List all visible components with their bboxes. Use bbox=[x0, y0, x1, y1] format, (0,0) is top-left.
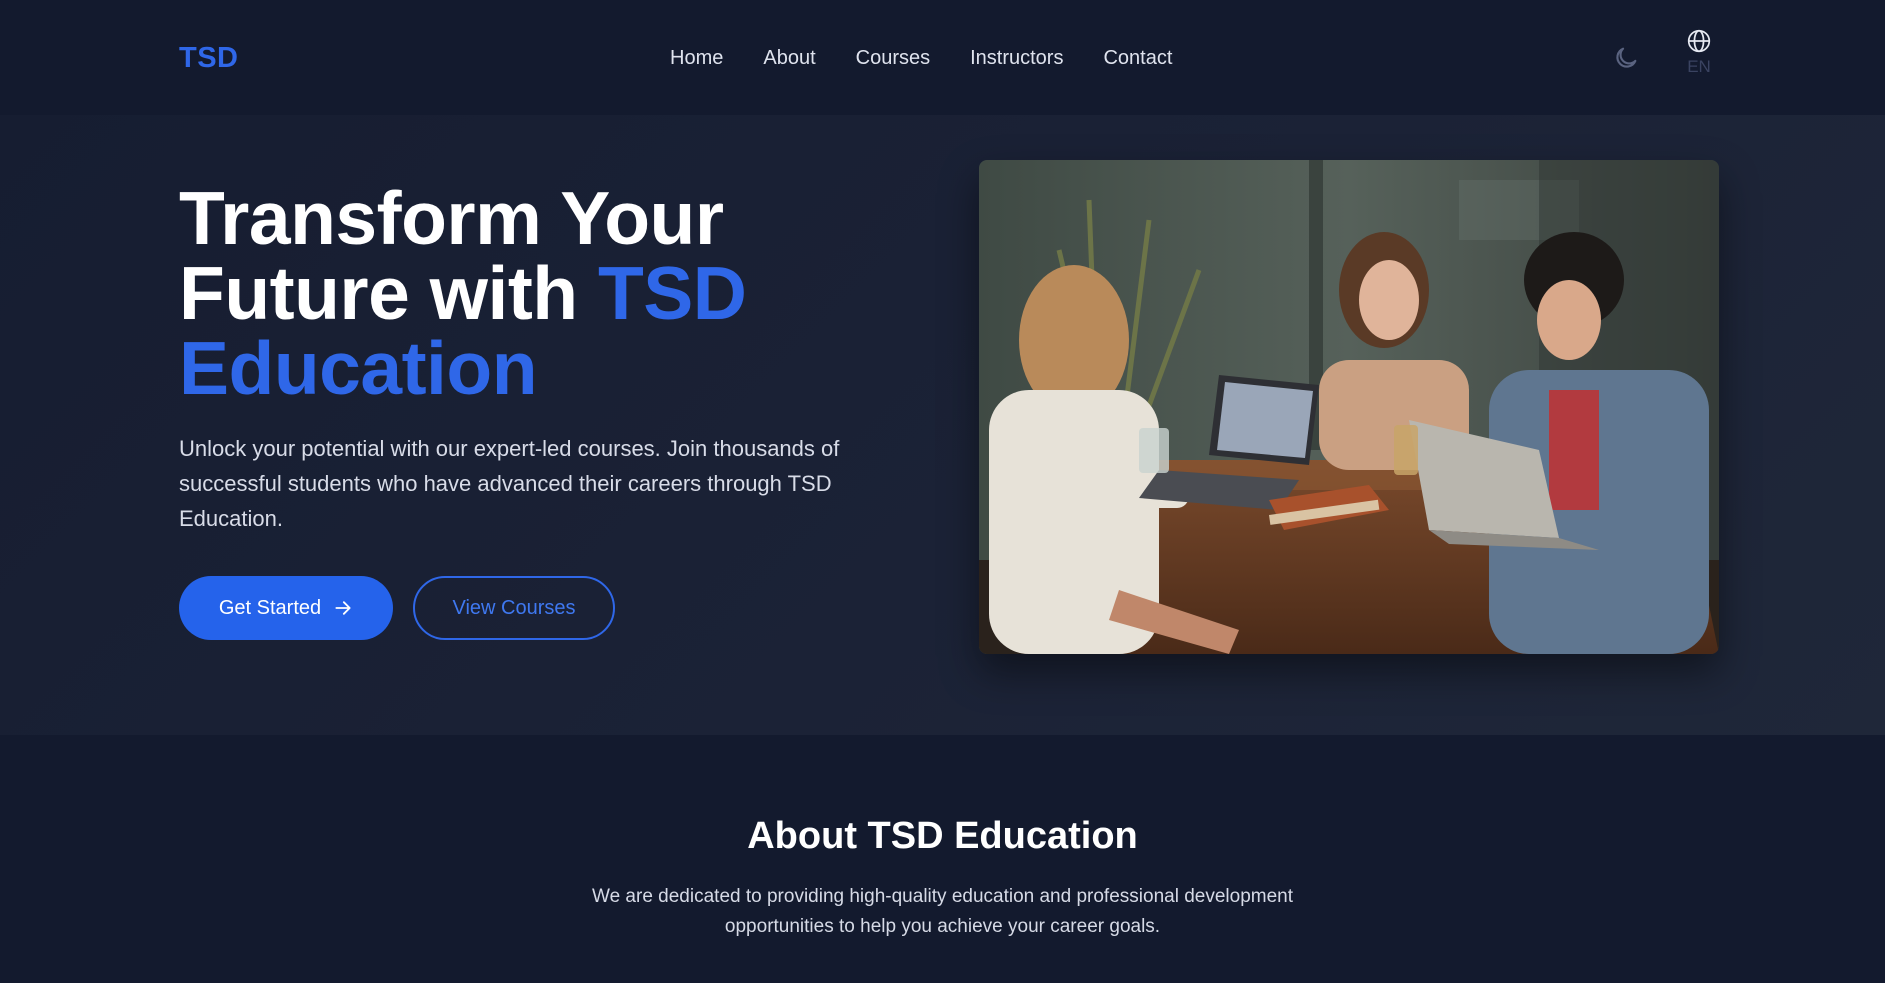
main-nav: Home About Courses Instructors Contact bbox=[670, 47, 1212, 70]
view-courses-button[interactable]: View Courses bbox=[413, 576, 615, 640]
moon-icon bbox=[1616, 47, 1637, 68]
arrow-right-icon bbox=[335, 601, 351, 615]
nav-link-instructors[interactable]: Instructors bbox=[970, 47, 1063, 70]
hero-title-accent-education: Education bbox=[179, 326, 538, 410]
nav-link-contact[interactable]: Contact bbox=[1103, 47, 1172, 70]
hero-title: Transform Your Future with TSD Education bbox=[179, 181, 899, 406]
get-started-label: Get Started bbox=[218, 596, 322, 619]
theme-toggle-button[interactable] bbox=[1612, 44, 1640, 72]
about-title: About TSD Education bbox=[747, 815, 1138, 857]
hero-section: Transform Your Future with TSD Education… bbox=[0, 115, 1885, 735]
hero-subtitle: Unlock your potential with our expert-le… bbox=[179, 436, 840, 531]
globe-icon bbox=[1687, 29, 1711, 53]
nav-link-home[interactable]: Home bbox=[670, 47, 723, 70]
hero-title-line1: Transform Your bbox=[179, 176, 724, 260]
hero-title-line2: Future with bbox=[179, 251, 598, 335]
get-started-button[interactable]: Get Started bbox=[179, 576, 393, 640]
language-code: EN bbox=[1687, 57, 1711, 76]
site-logo[interactable]: TSD bbox=[179, 42, 239, 75]
nav-link-about[interactable]: About bbox=[763, 47, 815, 70]
nav-link-courses[interactable]: Courses bbox=[856, 47, 930, 70]
about-description: We are dedicated to providing high-quali… bbox=[592, 886, 1293, 937]
about-section: About TSD Education We are dedicated to … bbox=[0, 735, 1885, 983]
hero-title-accent-tsd: TSD bbox=[597, 251, 747, 335]
language-selector[interactable]: EN bbox=[1676, 28, 1722, 84]
hero-photo bbox=[979, 160, 1719, 654]
navbar: TSD Home About Courses Instructors Conta… bbox=[0, 0, 1885, 115]
students-at-table-photo bbox=[979, 160, 1719, 654]
